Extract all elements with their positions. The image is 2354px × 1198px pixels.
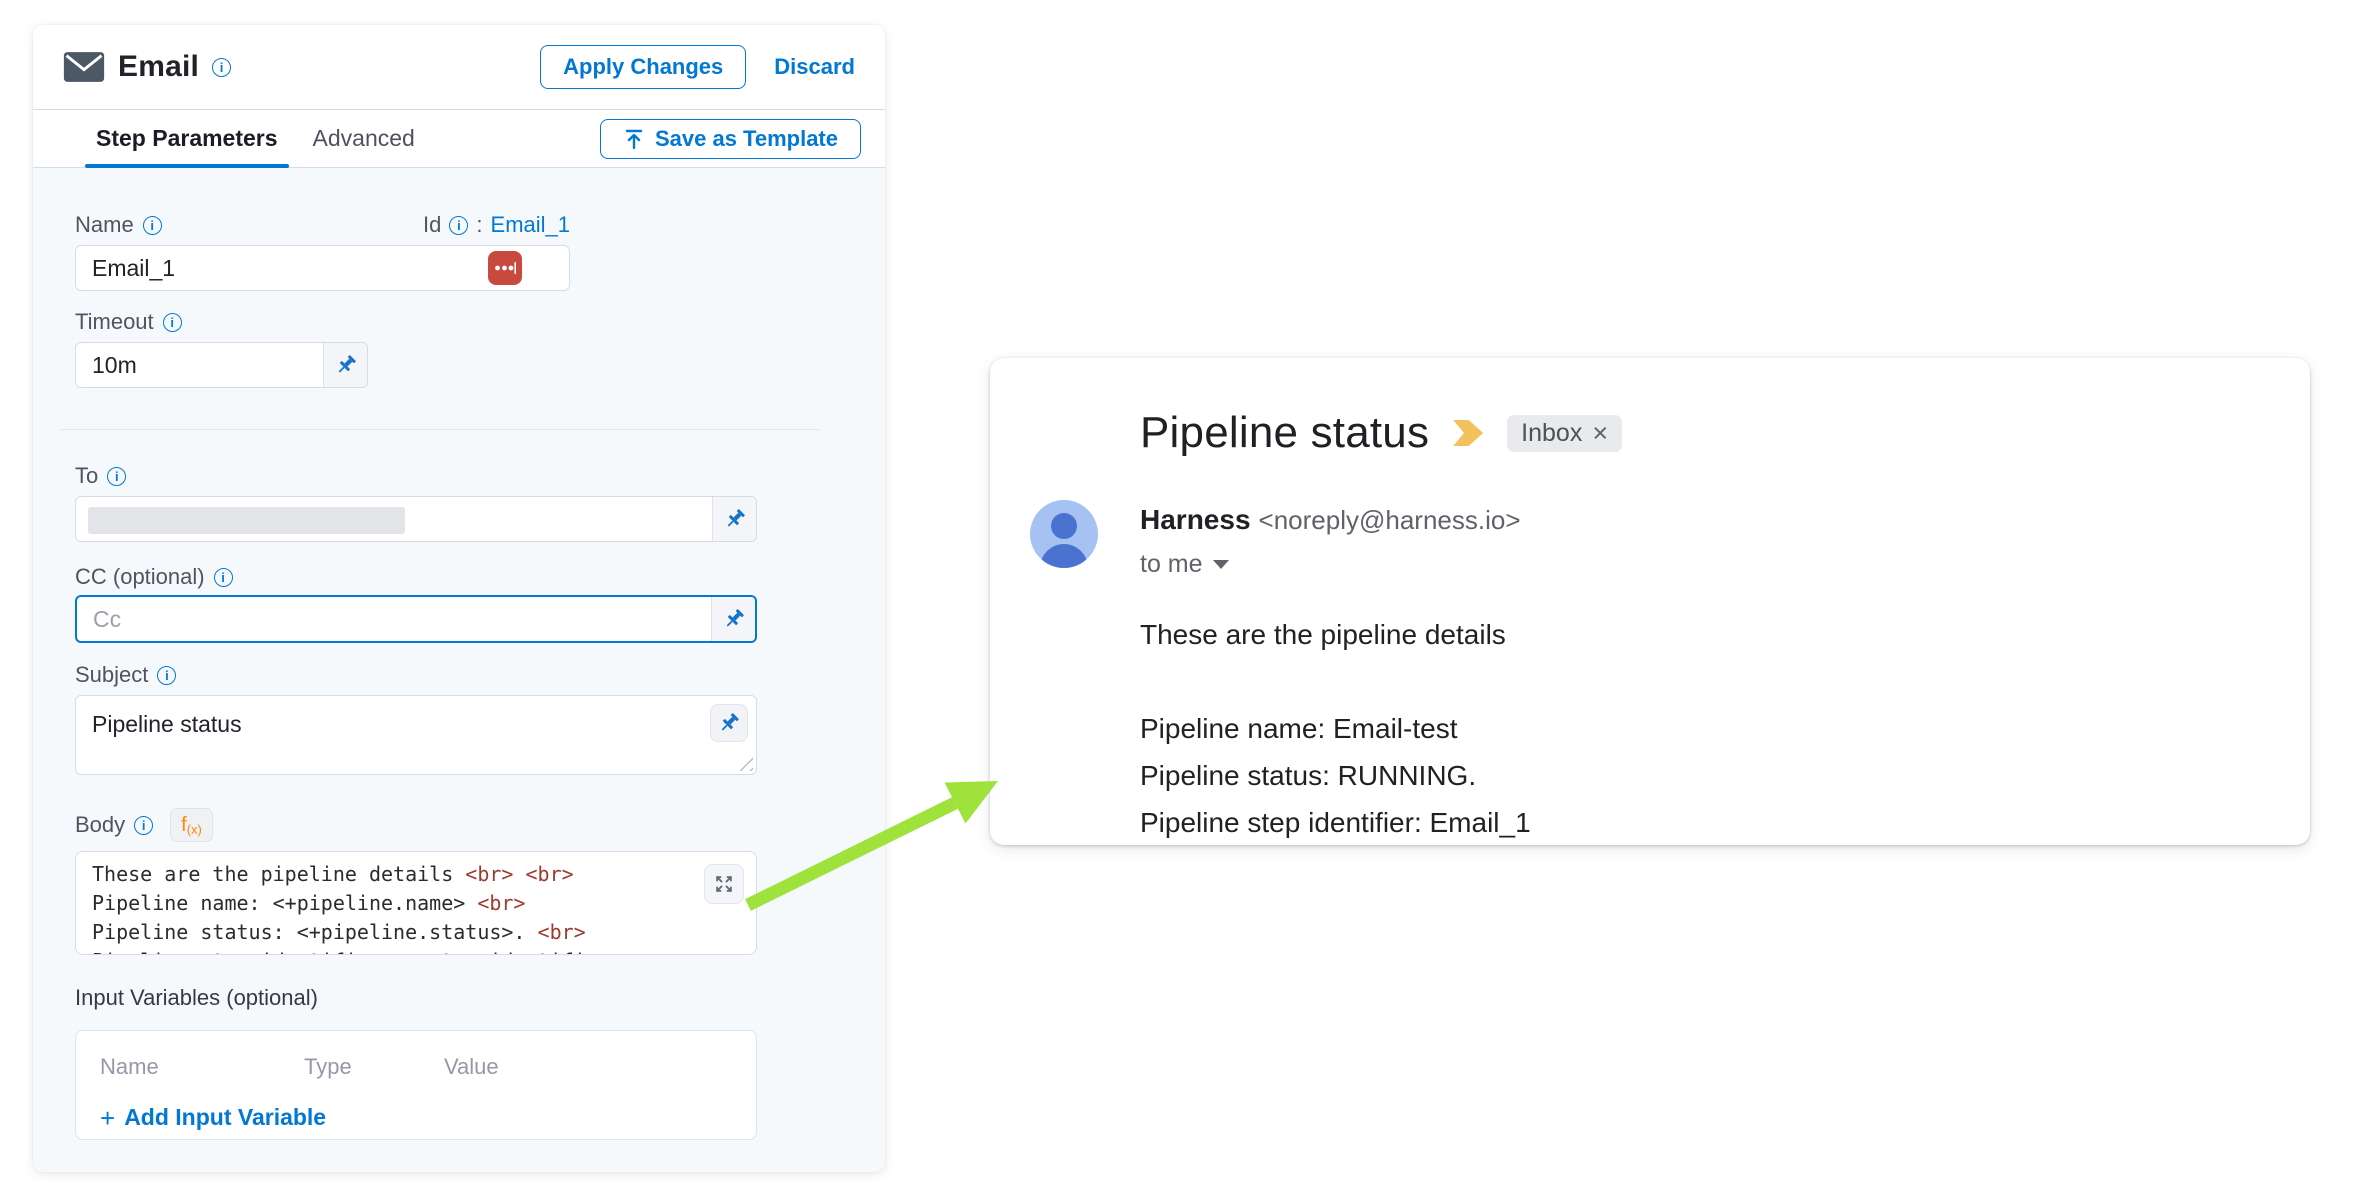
- body-editor[interactable]: These are the pipeline details <br> <br>…: [75, 851, 757, 955]
- resize-handle[interactable]: [739, 757, 753, 771]
- email-step-config-panel: Email Apply Changes Discard Step Paramet…: [33, 25, 885, 1172]
- email-subject-title: Pipeline status: [1140, 408, 1429, 458]
- to-pin-icon[interactable]: [712, 497, 756, 541]
- chip-close-icon[interactable]: ×: [1592, 420, 1608, 447]
- discard-button[interactable]: Discard: [774, 54, 855, 80]
- panel-tabs: Step Parameters Advanced Save as Templat…: [33, 110, 885, 168]
- input-variables-label: Input Variables (optional): [75, 985, 885, 1011]
- subject-value: Pipeline status: [76, 696, 756, 753]
- cc-info-icon[interactable]: [214, 568, 233, 587]
- sender-email: <noreply@harness.io>: [1259, 505, 1521, 535]
- timeout-pin-icon[interactable]: [323, 343, 367, 387]
- recipient-dropdown[interactable]: to me: [1140, 550, 1521, 579]
- text-type-badge-icon[interactable]: [488, 251, 522, 285]
- body-label: Body: [75, 812, 125, 838]
- tab-advanced[interactable]: Advanced: [302, 110, 426, 167]
- id-separator: :: [476, 212, 482, 238]
- id-value-link[interactable]: Email_1: [491, 212, 570, 238]
- step-parameters-form: Name Id : Email_1 Time: [33, 168, 885, 1140]
- body-info-icon[interactable]: [134, 816, 153, 835]
- expand-editor-icon[interactable]: [704, 864, 744, 904]
- to-input[interactable]: [76, 497, 712, 541]
- column-header-value: Value: [444, 1054, 499, 1080]
- to-info-icon[interactable]: [107, 467, 126, 486]
- panel-header: Email Apply Changes Discard: [33, 25, 885, 110]
- expression-fx-button[interactable]: f(x): [170, 808, 213, 842]
- name-info-icon[interactable]: [143, 216, 162, 235]
- cc-input[interactable]: [77, 597, 711, 641]
- to-label: To: [75, 463, 98, 489]
- id-label: Id: [423, 212, 441, 238]
- timeout-input[interactable]: [76, 343, 323, 387]
- cc-pin-icon[interactable]: [711, 597, 755, 641]
- email-preview-card: Pipeline status Inbox × Harness <noreply@…: [990, 358, 2310, 845]
- subject-label: Subject: [75, 662, 148, 688]
- step-info-icon[interactable]: [212, 58, 231, 77]
- sender-avatar[interactable]: [1030, 500, 1098, 568]
- subject-pin-icon[interactable]: [710, 704, 748, 742]
- timeout-info-icon[interactable]: [163, 313, 182, 332]
- body-editor-content: These are the pipeline details <br> <br>…: [92, 860, 740, 955]
- panel-title: Email: [118, 50, 199, 84]
- email-step-icon: [63, 51, 105, 83]
- tab-step-parameters[interactable]: Step Parameters: [85, 110, 289, 167]
- column-header-type: Type: [304, 1054, 444, 1080]
- timeout-label: Timeout: [75, 309, 154, 335]
- save-as-template-button[interactable]: Save as Template: [600, 119, 861, 159]
- apply-changes-button[interactable]: Apply Changes: [540, 45, 746, 89]
- name-label: Name: [75, 212, 134, 238]
- input-variables-table: Name Type Value + Add Input Variable: [75, 1030, 757, 1140]
- subject-info-icon[interactable]: [157, 666, 176, 685]
- column-header-name: Name: [100, 1054, 304, 1080]
- email-body: These are the pipeline details Pipeline …: [1140, 611, 2250, 846]
- chevron-down-icon: [1213, 560, 1229, 569]
- sender-name: Harness: [1140, 504, 1251, 535]
- id-info-icon[interactable]: [449, 216, 468, 235]
- upload-icon: [623, 128, 645, 150]
- section-divider: [60, 429, 820, 430]
- importance-marker-icon[interactable]: [1453, 420, 1483, 446]
- inbox-label-chip[interactable]: Inbox ×: [1507, 415, 1622, 452]
- cc-label: CC (optional): [75, 564, 205, 590]
- subject-textarea[interactable]: Pipeline status: [75, 695, 757, 775]
- plus-icon: +: [100, 1105, 115, 1131]
- add-input-variable-button[interactable]: + Add Input Variable: [100, 1104, 326, 1131]
- save-as-template-label: Save as Template: [655, 126, 838, 152]
